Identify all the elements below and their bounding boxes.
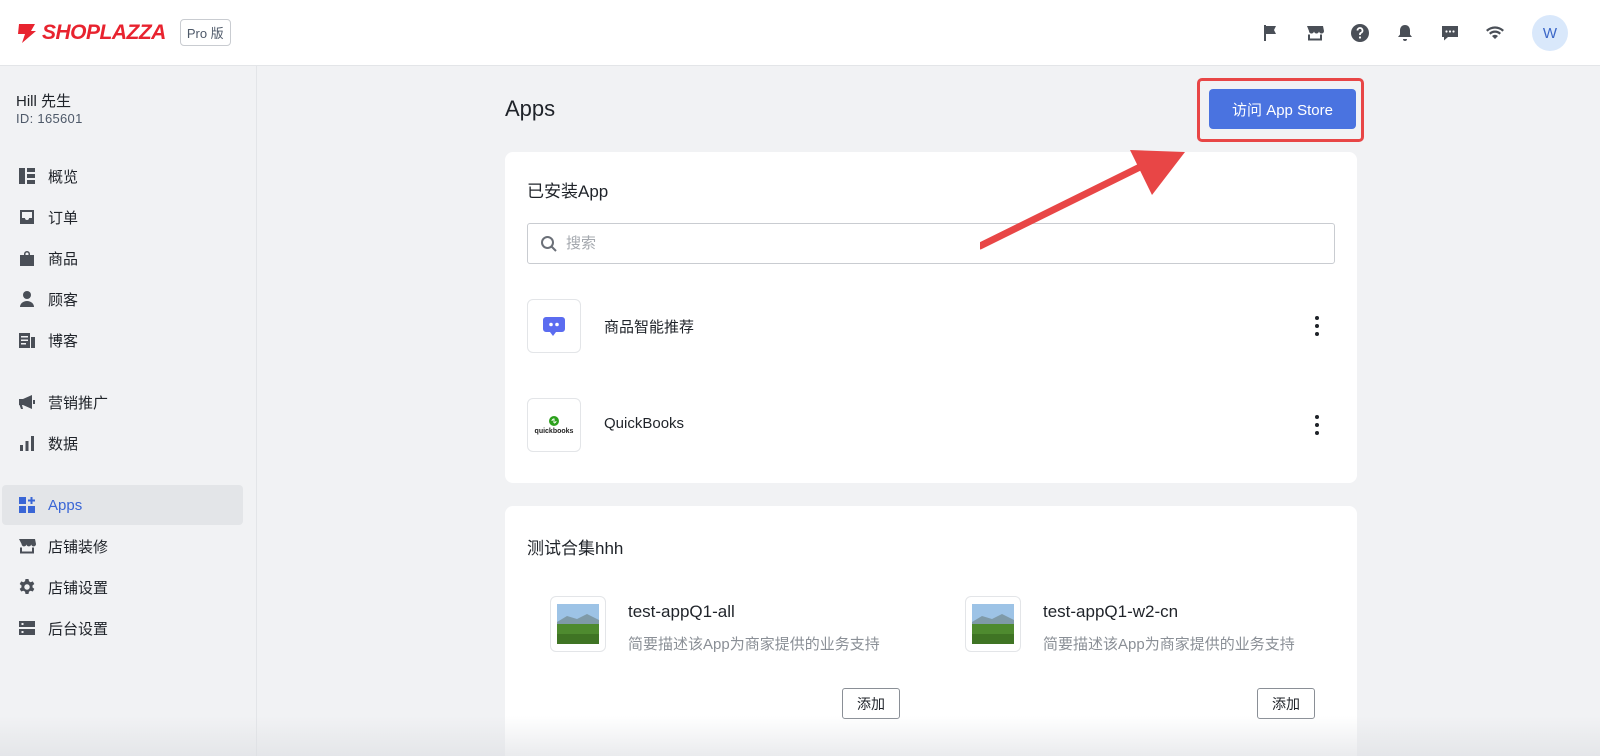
list-item: test-appQ1-all 简要描述该App为商家提供的业务支持 添加 — [550, 596, 930, 719]
server-icon — [19, 621, 35, 635]
list-item[interactable]: 商品智能推荐 — [527, 299, 1335, 353]
app-name: 商品智能推荐 — [604, 319, 695, 336]
bar-chart-icon — [20, 436, 34, 451]
sidebar-item-label: 店铺设置 — [48, 579, 109, 597]
header-actions: W — [1259, 0, 1600, 66]
person-icon — [20, 291, 34, 307]
sidebar-item-orders[interactable]: 订单 — [2, 197, 243, 237]
gear-icon — [19, 579, 35, 594]
sidebar: Hill 先生 ID: 165601 概览 订单 商品 顾客 博客 营销推广 数… — [0, 66, 257, 756]
landscape-image-icon — [972, 604, 1014, 644]
megaphone-icon — [19, 395, 35, 409]
app-name: QuickBooks — [604, 415, 685, 432]
quickbooks-logo — [549, 415, 559, 426]
list-item[interactable]: quickbooks QuickBooks — [527, 398, 1335, 452]
sidebar-item-label: 博客 — [48, 332, 79, 350]
help-icon[interactable] — [1349, 22, 1371, 44]
sidebar-item-marketing[interactable]: 营销推广 — [2, 382, 243, 422]
sidebar-item-store-design[interactable]: 店铺装修 — [2, 526, 243, 566]
app-description: 简要描述该App为商家提供的业务支持 — [628, 636, 880, 653]
installed-apps-card: 已安装App 商品智能推荐 quickbooks QuickBooks — [505, 152, 1357, 483]
sidebar-item-label: 订单 — [48, 209, 79, 227]
sidebar-item-label: 营销推广 — [48, 394, 109, 412]
message-icon[interactable] — [1439, 22, 1461, 44]
app-thumbnail — [550, 596, 606, 652]
page-title: Apps — [505, 96, 556, 121]
collection-card: 测试合集hhh test-appQ1-all 简要描述该App为商家提供的业务支… — [505, 506, 1357, 756]
search-input[interactable] — [566, 235, 1306, 252]
inbox-icon — [20, 210, 34, 224]
account-id: ID: 165601 — [16, 111, 83, 126]
app-icon — [527, 299, 581, 353]
bell-icon[interactable] — [1394, 22, 1416, 44]
plan-badge: Pro 版 — [179, 19, 231, 46]
app-description: 简要描述该App为商家提供的业务支持 — [1043, 636, 1295, 653]
sidebar-item-apps[interactable]: Apps — [2, 485, 243, 525]
installed-apps-title: 已安装App — [527, 182, 609, 201]
more-options-icon[interactable] — [1307, 412, 1327, 438]
landscape-image-icon — [557, 604, 599, 644]
sidebar-item-admin-settings[interactable]: 后台设置 — [2, 608, 243, 648]
list-item: test-appQ1-w2-cn 简要描述该App为商家提供的业务支持 添加 — [965, 596, 1345, 719]
app-name: test-appQ1-all — [628, 602, 735, 621]
more-options-icon[interactable] — [1307, 313, 1327, 339]
shopping-bag-icon — [20, 251, 34, 266]
sidebar-item-label: 概览 — [48, 168, 79, 186]
quickbooks-logo-text: quickbooks — [534, 427, 574, 435]
avatar[interactable]: W — [1532, 15, 1568, 51]
shoplazza-logo-icon — [18, 23, 36, 43]
app-name: test-appQ1-w2-cn — [1043, 602, 1179, 621]
store-icon — [19, 539, 36, 554]
sidebar-item-label: 数据 — [48, 435, 79, 453]
sidebar-item-store-settings[interactable]: 店铺设置 — [2, 567, 243, 607]
add-button[interactable]: 添加 — [1257, 688, 1315, 719]
sidebar-item-label: 顾客 — [48, 291, 79, 309]
add-button[interactable]: 添加 — [842, 688, 900, 719]
app-icon: quickbooks — [527, 398, 581, 452]
account-name: Hill 先生 — [16, 93, 71, 110]
collection-title: 测试合集hhh — [527, 539, 624, 558]
flag-icon[interactable] — [1259, 22, 1281, 44]
app-thumbnail — [965, 596, 1021, 652]
store-icon[interactable] — [1304, 22, 1326, 44]
sidebar-item-label: 后台设置 — [48, 620, 109, 638]
search-icon — [541, 235, 557, 252]
visit-app-store-button[interactable]: 访问 App Store — [1209, 89, 1356, 129]
sidebar-item-products[interactable]: 商品 — [2, 238, 243, 278]
brand-logo[interactable]: SHOPLAZZA — [16, 21, 166, 45]
blog-icon — [19, 333, 35, 348]
sidebar-item-label: 商品 — [48, 250, 79, 268]
sidebar-item-label: 店铺装修 — [48, 538, 109, 556]
brand-name: SHOPLAZZA — [42, 20, 166, 44]
sidebar-item-overview[interactable]: 概览 — [2, 156, 243, 196]
apps-icon — [19, 497, 35, 513]
sidebar-item-blog[interactable]: 博客 — [2, 320, 243, 360]
sidebar-item-label: Apps — [48, 496, 83, 514]
search-box — [527, 223, 1335, 264]
top-bar: SHOPLAZZA Pro 版 W — [0, 0, 1600, 66]
chat-bubble-icon — [543, 317, 565, 336]
dashboard-icon — [19, 168, 35, 184]
wifi-icon[interactable] — [1484, 22, 1506, 44]
sidebar-item-customers[interactable]: 顾客 — [2, 279, 243, 319]
sidebar-item-data[interactable]: 数据 — [2, 423, 243, 463]
